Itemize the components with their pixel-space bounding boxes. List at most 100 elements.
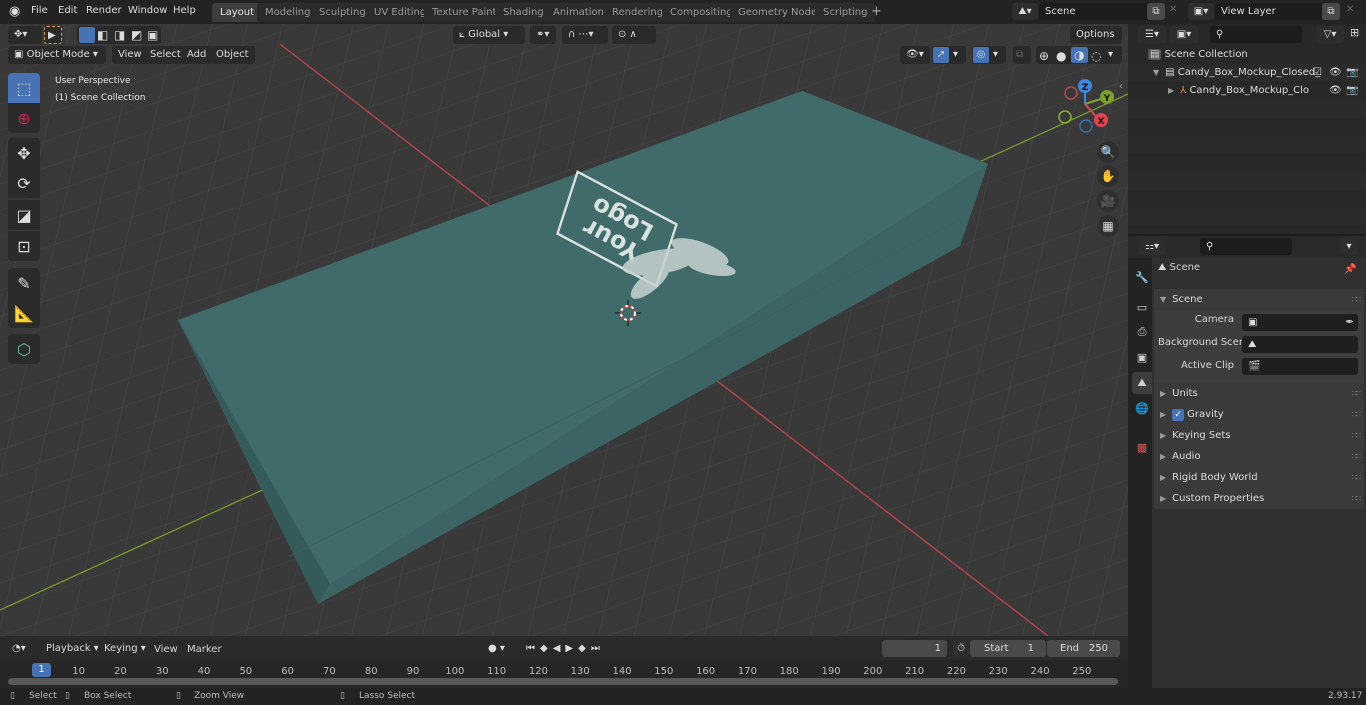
menu-render[interactable]: Render	[86, 5, 122, 16]
tab-scripting[interactable]: Scripting	[815, 3, 876, 22]
solid-shading-icon[interactable]: ●	[1056, 47, 1066, 65]
drag-handle-icon[interactable]: ∷∷	[1352, 446, 1361, 467]
select-intersect-icon[interactable]: ▣	[147, 26, 158, 44]
scene-panel-header[interactable]: ▼ Scene ∷∷	[1154, 289, 1364, 310]
outliner-display-mode-button[interactable]: ☰▾	[1138, 26, 1166, 43]
transform-orientation-dropdown[interactable]: ⟀ Global ▾	[453, 26, 525, 44]
menu-file[interactable]: File	[31, 5, 48, 16]
rendered-shading-icon[interactable]: ◌	[1091, 47, 1101, 65]
section-units[interactable]: ▶ Units ∷∷	[1154, 383, 1364, 404]
tool-cursor[interactable]: ⊕	[8, 103, 40, 133]
drag-handle-icon[interactable]: ∷∷	[1352, 488, 1361, 509]
active-clip-field[interactable]: 🎬	[1242, 358, 1358, 375]
outliner-filter-view-button[interactable]: ▣▾	[1170, 26, 1198, 43]
xray-toggle[interactable]: ⧉	[1013, 46, 1031, 64]
menu-object[interactable]: Object	[210, 46, 255, 64]
select-difference-icon[interactable]: ◩	[131, 26, 142, 44]
section-keying-sets[interactable]: ▶ Keying Sets ∷∷	[1154, 425, 1364, 446]
exclude-checkbox[interactable]: ☑	[1313, 64, 1322, 82]
drag-handle-icon[interactable]: ∷∷	[1352, 404, 1361, 425]
3d-viewport[interactable]: Your Logo Z Y X ✥▾ ▶ ◧ ◨ ◩ ▣ ⟀ Global ▾ …	[0, 24, 1128, 636]
tab-compositing[interactable]: Compositing	[662, 3, 741, 22]
view-layer-selector-button[interactable]: ▣▾	[1188, 3, 1214, 20]
outliner-item-collection[interactable]: ▼ ▤ Candy_Box_Mockup_Closed_ ☑ 👁 📷	[1153, 64, 1366, 82]
scene-name-field[interactable]: Scene	[1039, 3, 1147, 20]
tab-scene[interactable]: ⛰	[1132, 372, 1152, 394]
tool-transform[interactable]: ⊡	[8, 231, 40, 261]
tool-rotate[interactable]: ⟳	[8, 168, 40, 198]
tool-add-cube[interactable]: ⬡	[8, 334, 40, 364]
tab-texture-paint[interactable]: Texture Paint	[424, 3, 505, 22]
visibility-dropdown[interactable]: 👁▾	[900, 46, 930, 64]
timeline-scrollbar[interactable]	[8, 678, 1118, 685]
outliner-item-object[interactable]: ▶ ⅄ Candy_Box_Mockup_Clo 👁 📷	[1168, 82, 1366, 100]
select-new-icon[interactable]	[79, 27, 95, 43]
scene-selector-button[interactable]: ⛰▾	[1012, 3, 1038, 20]
menu-view[interactable]: View	[112, 46, 148, 64]
section-custom-properties[interactable]: ▶ Custom Properties ∷∷	[1154, 488, 1364, 509]
render-camera-icon[interactable]: 📷	[1346, 64, 1358, 82]
tab-sculpting[interactable]: Sculpting	[311, 3, 374, 22]
gravity-checkbox[interactable]: ✓	[1172, 409, 1185, 421]
tool-select-button[interactable]: ▶	[44, 26, 62, 44]
snapping-group[interactable]: ∩ ⋯▾	[562, 26, 608, 44]
menu-window[interactable]: Window	[128, 5, 167, 16]
drag-handle-icon[interactable]: ∷∷	[1352, 425, 1361, 446]
menu-add[interactable]: Add	[181, 46, 213, 64]
menu-help[interactable]: Help	[173, 5, 196, 16]
tab-render[interactable]: ▭	[1132, 296, 1152, 318]
outliner-search-input[interactable]: ⚲	[1210, 26, 1302, 43]
options-dropdown[interactable]: Options ▾	[1070, 26, 1122, 58]
pan-view-button[interactable]: ✋	[1097, 165, 1119, 187]
menu-edit[interactable]: Edit	[58, 5, 77, 16]
zoom-view-button[interactable]: 🔍	[1097, 141, 1119, 163]
delete-scene-button[interactable]: ✕	[1169, 4, 1177, 15]
pivot-point-dropdown[interactable]: ⚭▾	[530, 26, 556, 44]
properties-search-input[interactable]: ⚲	[1200, 238, 1292, 255]
delete-view-layer-button[interactable]: ✕	[1346, 4, 1354, 15]
render-camera-icon[interactable]: 📷	[1346, 82, 1358, 100]
wireframe-shading-icon[interactable]: ⊕	[1039, 47, 1049, 65]
drag-handle-icon[interactable]: ∷∷	[1352, 289, 1361, 310]
outliner-scene-collection[interactable]: ▤ Scene Collection	[1148, 46, 1366, 64]
camera-view-button[interactable]: 🎥	[1097, 190, 1119, 212]
blender-logo-icon[interactable]: ◉	[9, 4, 20, 19]
tab-animation[interactable]: Animation	[545, 3, 612, 22]
tab-view-layer[interactable]: ▣	[1132, 346, 1152, 368]
tool-scale[interactable]: ◪	[8, 200, 40, 230]
perspective-toggle-button[interactable]: ▦	[1097, 215, 1119, 237]
tab-modeling[interactable]: Modeling	[257, 3, 319, 22]
proportional-editing-group[interactable]: ⊙ ∧	[612, 26, 656, 44]
section-audio[interactable]: ▶ Audio ∷∷	[1154, 446, 1364, 467]
playhead[interactable]: 1	[32, 663, 51, 677]
tab-tool[interactable]: 🔧	[1132, 266, 1152, 288]
drag-handle-icon[interactable]: ∷∷	[1352, 383, 1361, 404]
tab-world[interactable]: 🌐	[1132, 397, 1152, 419]
properties-options-dropdown[interactable]: ▾	[1340, 238, 1358, 255]
background-scene-field[interactable]: ⛰	[1242, 336, 1358, 353]
tool-move[interactable]: ✥	[8, 138, 40, 168]
add-workspace-button[interactable]: +	[871, 4, 882, 19]
tool-select-box[interactable]: ⬚	[8, 73, 40, 103]
eyedropper-icon[interactable]: ✒	[1346, 314, 1354, 331]
select-extend-icon[interactable]: ◧	[97, 26, 108, 44]
drag-handle-icon[interactable]: ∷∷	[1352, 467, 1361, 488]
material-shading-icon[interactable]: ◑	[1071, 47, 1088, 63]
tab-layout[interactable]: Layout	[212, 3, 262, 22]
section-rigid-body-world[interactable]: ▶ Rigid Body World ∷∷	[1154, 467, 1364, 488]
tool-annotate[interactable]: ✎	[8, 268, 40, 298]
new-collection-button[interactable]: ⊞	[1350, 26, 1359, 39]
visibility-eye-icon[interactable]: 👁	[1329, 64, 1342, 82]
tab-shading[interactable]: Shading	[495, 3, 552, 22]
new-scene-button[interactable]: ⧉	[1147, 3, 1165, 20]
sidebar-toggle[interactable]: ‹	[1119, 81, 1123, 92]
tab-output[interactable]: ⎙	[1132, 321, 1152, 343]
gizmo-toggle[interactable]: ↗ ▾	[932, 46, 966, 64]
expand-triangle-icon[interactable]: ▼	[1153, 68, 1159, 77]
mode-dropdown[interactable]: ▣ Object Mode ▾	[8, 46, 106, 64]
outliner-filter-button[interactable]: ▽▾	[1316, 26, 1344, 43]
editor-type-button[interactable]: ✥▾	[8, 26, 42, 44]
expand-triangle-icon[interactable]: ▶	[1168, 86, 1174, 95]
view-layer-name-field[interactable]: View Layer	[1215, 3, 1322, 20]
tool-measure[interactable]: 📐	[8, 298, 40, 328]
